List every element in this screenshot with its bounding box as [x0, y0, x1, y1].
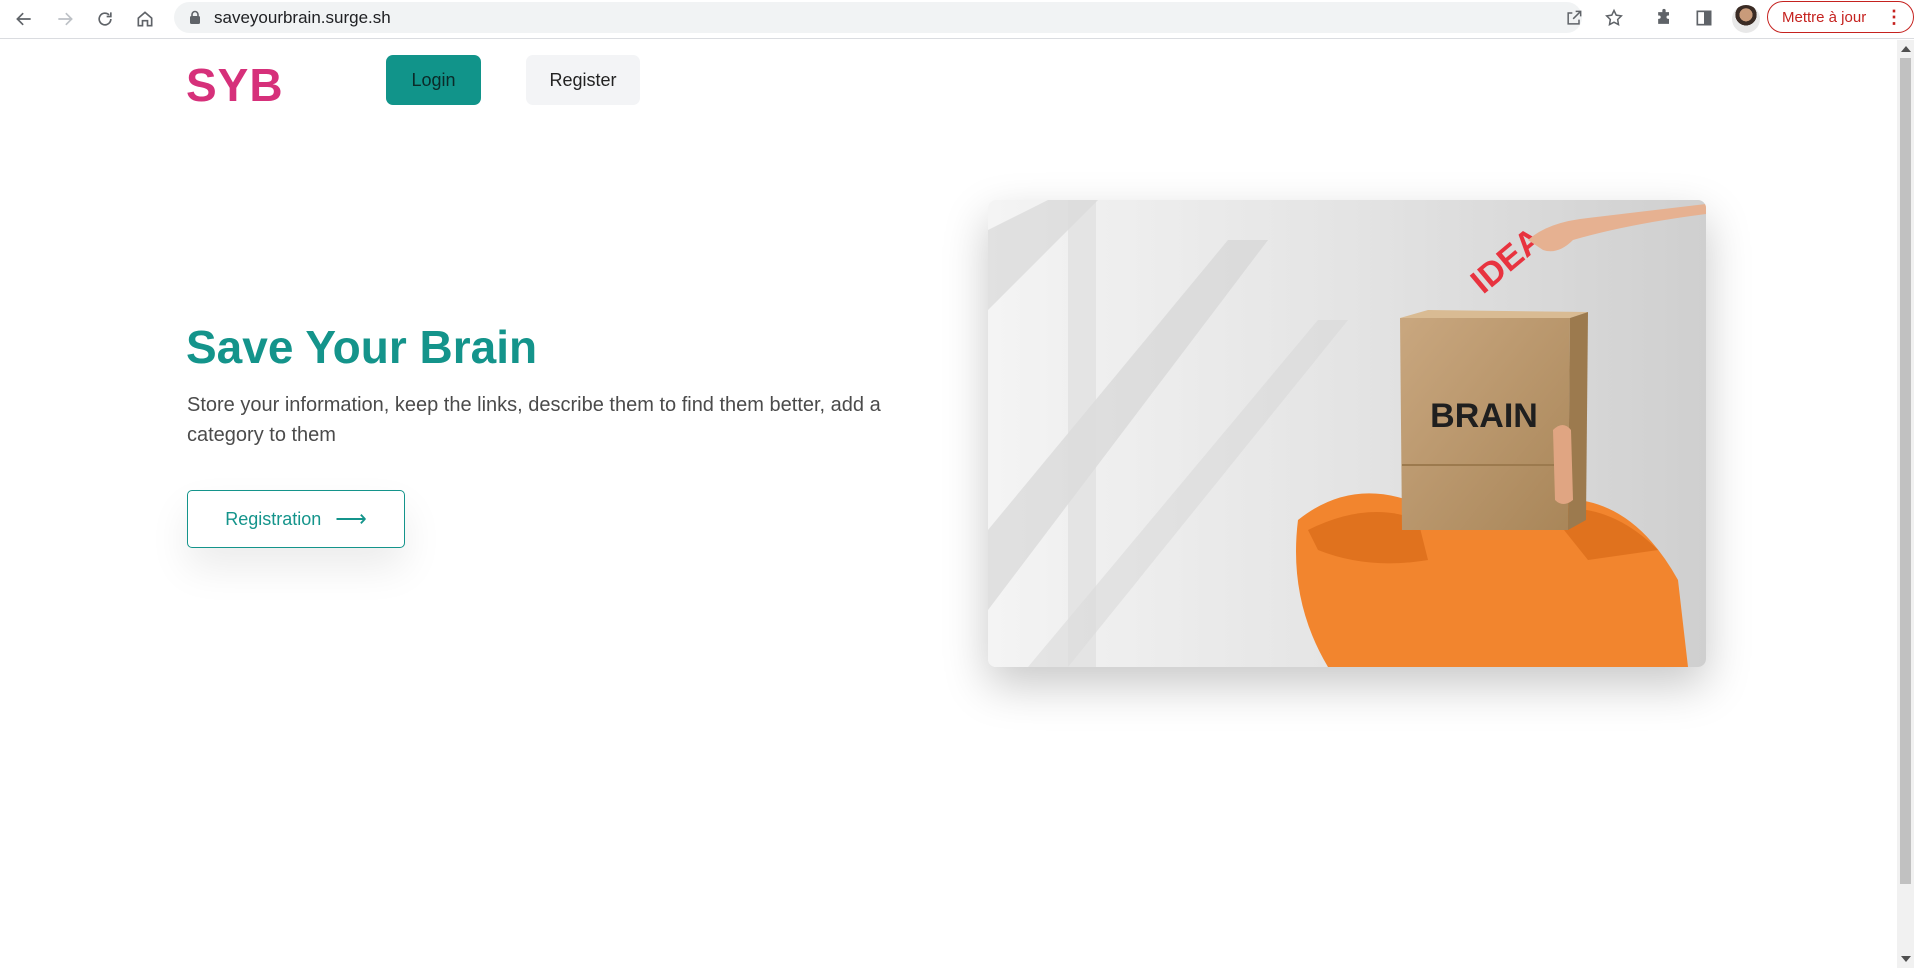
registration-button[interactable]: Registration ⟶	[187, 490, 405, 548]
back-icon[interactable]	[10, 5, 38, 33]
hero-image: BRAIN IDEA	[988, 200, 1706, 667]
bookmark-star-icon[interactable]	[1601, 5, 1627, 31]
hero-title: Save Your Brain	[186, 321, 538, 373]
hero-description: Store your information, keep the links, …	[187, 394, 881, 446]
site-logo[interactable]: SYB	[186, 58, 284, 112]
url-text: saveyourbrain.surge.sh	[214, 8, 391, 27]
forward-icon[interactable]	[51, 5, 79, 33]
update-label: Mettre à jour	[1782, 8, 1867, 26]
scroll-down-arrow-icon[interactable]	[1901, 956, 1911, 962]
update-button[interactable]: Mettre à jour ⋮	[1767, 1, 1914, 33]
extensions-puzzle-icon[interactable]	[1651, 5, 1677, 31]
menu-dots-icon[interactable]: ⋮	[1885, 8, 1903, 26]
login-button[interactable]: Login	[386, 55, 481, 105]
side-panel-icon[interactable]	[1691, 5, 1717, 31]
browser-toolbar: saveyourbrain.surge.sh Mettre à jour ⋮	[0, 0, 1914, 39]
address-bar[interactable]: saveyourbrain.surge.sh	[174, 2, 1582, 33]
scrollbar-thumb[interactable]	[1900, 58, 1911, 884]
home-icon[interactable]	[131, 5, 159, 33]
register-button[interactable]: Register	[526, 55, 640, 105]
profile-avatar[interactable]	[1732, 5, 1760, 33]
reload-icon[interactable]	[91, 5, 119, 33]
page-scrollbar[interactable]	[1897, 40, 1914, 968]
registration-label: Registration	[225, 508, 322, 529]
box-brain-text: BRAIN	[1430, 397, 1538, 435]
arrow-right-icon: ⟶	[335, 506, 367, 531]
lock-icon	[188, 10, 202, 25]
scroll-up-arrow-icon[interactable]	[1901, 46, 1911, 52]
share-icon[interactable]	[1561, 5, 1587, 31]
